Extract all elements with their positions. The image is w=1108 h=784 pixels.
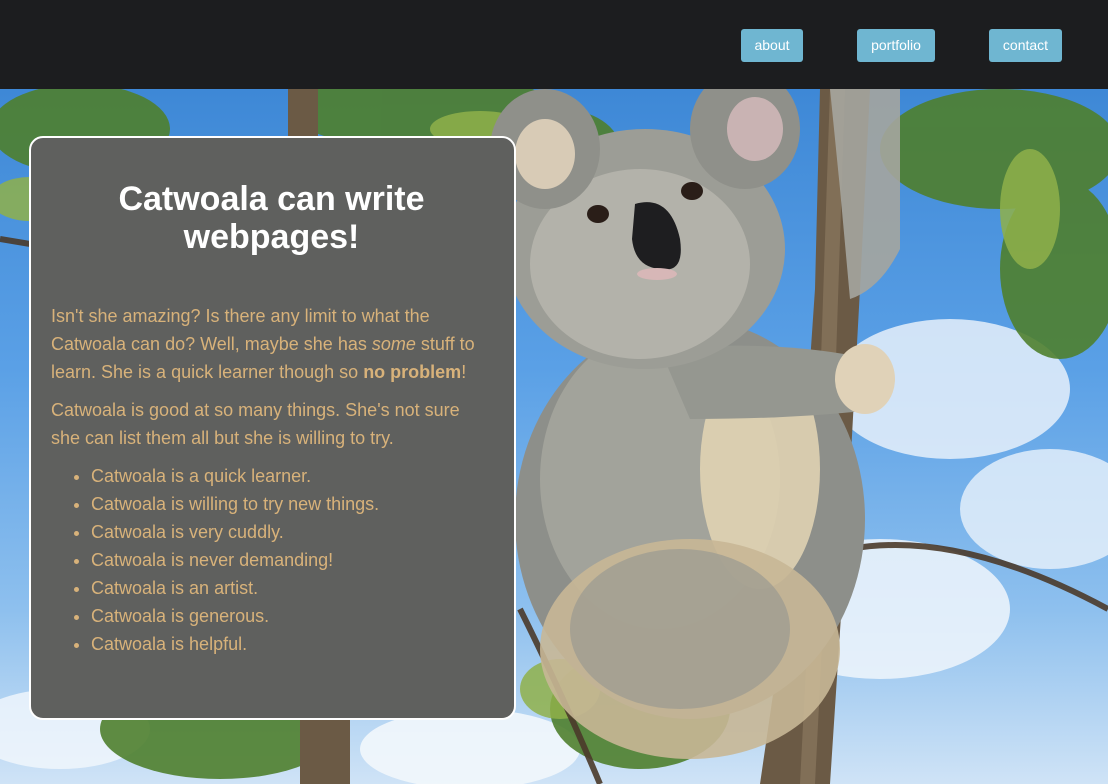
list-item: Catwoala is willing to try new things.: [91, 490, 492, 518]
list-item: Catwoala is generous.: [91, 602, 492, 630]
nav-contact-button[interactable]: contact: [989, 29, 1062, 62]
intro-paragraph: Isn't she amazing? Is there any limit to…: [51, 302, 492, 386]
skills-list: Catwoala is a quick learner. Catwoala is…: [51, 462, 492, 658]
content-panel: Catwoala can write webpages! Isn't she a…: [29, 136, 516, 720]
top-navigation-bar: about portfolio contact: [0, 0, 1108, 89]
second-paragraph: Catwoala is good at so many things. She'…: [51, 400, 460, 448]
list-item: Catwoala is helpful.: [91, 630, 492, 658]
intro-text-3: !: [461, 362, 467, 382]
list-item: Catwoala is never demanding!: [91, 546, 492, 574]
list-item: Catwoala is a quick learner.: [91, 462, 492, 490]
page-title: Catwoala can write webpages!: [118, 180, 425, 256]
intro-emphasis: some: [371, 334, 416, 354]
intro-strong: no problem: [363, 362, 462, 382]
list-item: Catwoala is an artist.: [91, 574, 492, 602]
nav-about-button[interactable]: about: [741, 29, 803, 62]
nav-portfolio-button[interactable]: portfolio: [857, 29, 935, 62]
list-item: Catwoala is very cuddly.: [91, 518, 492, 546]
